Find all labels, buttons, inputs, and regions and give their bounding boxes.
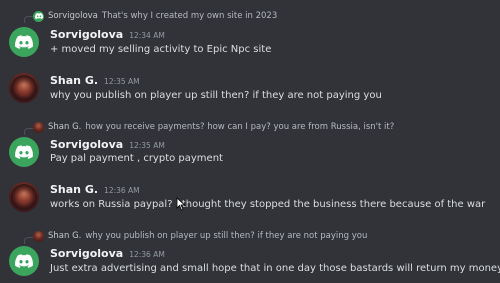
reply-connector — [24, 237, 33, 244]
discord-logo-icon[interactable] — [9, 27, 39, 57]
timestamp: 12:35 AM — [104, 77, 140, 86]
timestamp: 12:34 AM — [129, 31, 165, 40]
reply-connector — [24, 16, 33, 23]
message-text: + moved my selling activity to Epic Npc … — [50, 44, 272, 55]
reply-text: why you publish on player up still then?… — [85, 231, 368, 241]
author-name[interactable]: Sorvigolova — [50, 138, 123, 151]
message-header: Shan G. 12:35 AM — [50, 74, 140, 87]
user-avatar[interactable] — [9, 182, 39, 212]
author-name[interactable]: Sorvigolova — [50, 28, 123, 41]
message-header: Shan G. 12:36 AM — [50, 183, 140, 196]
user-avatar — [33, 230, 44, 242]
reply-author[interactable]: Sorvigolova — [48, 11, 98, 21]
discord-logo-icon[interactable] — [9, 246, 39, 276]
reply-author[interactable]: Shan G. — [48, 231, 81, 241]
user-avatar — [33, 121, 44, 133]
reply-text: how you receive payments? how can I pay?… — [85, 122, 395, 132]
message-text: why you publish on player up still then?… — [50, 90, 382, 101]
reply-author[interactable]: Shan G. — [48, 122, 81, 132]
discord-logo-icon — [33, 10, 44, 22]
author-name[interactable]: Shan G. — [50, 74, 98, 87]
reply-preview[interactable]: Sorvigolova That's why I created my own … — [33, 9, 277, 23]
message-header: Sorvigolova 12:35 AM — [50, 138, 165, 151]
reply-preview[interactable]: Shan G. why you publish on player up sti… — [33, 229, 367, 243]
discord-logo-icon[interactable] — [9, 137, 39, 167]
author-name[interactable]: Shan G. — [50, 183, 98, 196]
message-text: works on Russia paypal? I thought they s… — [50, 199, 486, 210]
timestamp: 12:35 AM — [129, 141, 165, 150]
message-text: Just extra advertising and small hope th… — [50, 263, 500, 274]
mouse-cursor-icon — [176, 197, 186, 211]
timestamp: 12:36 AM — [129, 250, 165, 259]
reply-connector — [24, 128, 33, 135]
timestamp: 12:36 AM — [104, 186, 140, 195]
message-text: Pay pal payment , crypto payment — [50, 153, 223, 164]
message-header: Sorvigolova 12:34 AM — [50, 28, 165, 41]
author-name[interactable]: Sorvigolova — [50, 247, 123, 260]
user-avatar[interactable] — [9, 73, 39, 103]
reply-preview[interactable]: Shan G. how you receive payments? how ca… — [33, 120, 394, 134]
message-header: Sorvigolova 12:36 AM — [50, 247, 165, 260]
reply-text: That's why I created my own site in 2023 — [101, 11, 278, 21]
